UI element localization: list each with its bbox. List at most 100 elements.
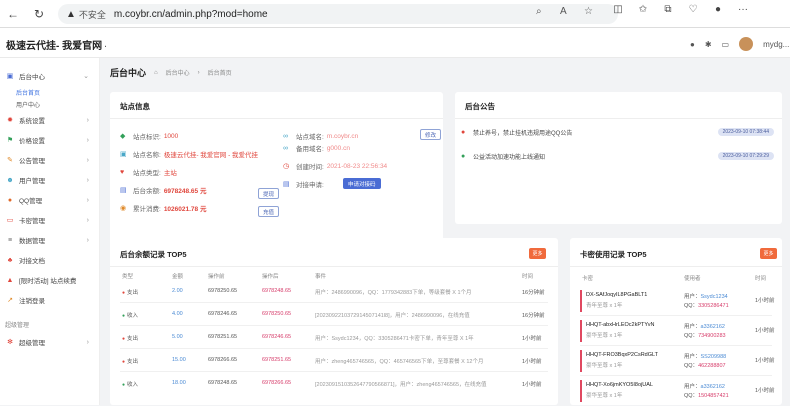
profile-icon[interactable]: ● xyxy=(710,4,726,15)
window-icon[interactable]: ▭ xyxy=(722,40,730,49)
more-button[interactable]: 更多 xyxy=(760,248,777,259)
clock-icon: ◷ xyxy=(283,163,290,170)
field-label: 站点标识: xyxy=(133,134,161,141)
apply-code-button[interactable]: 申请对接码 xyxy=(343,178,381,189)
field-label: 创建时间: xyxy=(296,164,324,171)
favorite-icon[interactable]: ☆ xyxy=(584,6,593,17)
notice-text[interactable]: 禁止养号，禁止挂机违规用途QQ公告 xyxy=(473,128,572,137)
row-before: 6978251.65 xyxy=(208,334,238,340)
qq-prefix: QQ： xyxy=(684,363,699,369)
card-user: Ssydc1234 xyxy=(700,294,728,300)
sidebar-item-label: 数据管理 xyxy=(19,238,45,245)
card-qq: 1504857421 xyxy=(698,393,729,399)
sidebar-item-qq[interactable]: ● QQ管理 › xyxy=(0,190,99,210)
card-time: 1小时前 xyxy=(755,388,775,394)
user-name[interactable]: mydg... xyxy=(763,40,789,49)
sidebar-item-super-admin[interactable]: ✻ 超级管理 › xyxy=(0,332,99,352)
chevron-right-icon: › xyxy=(86,216,89,224)
site-brand[interactable]: 极速云代挂- 我爱官网 - 我 xyxy=(6,37,106,52)
card-title: 站点信息 xyxy=(120,102,150,111)
withdraw-button[interactable]: 提现 xyxy=(258,188,280,199)
column-header: 使用者 xyxy=(684,276,701,282)
split-screen-icon[interactable]: ◫ xyxy=(610,4,626,15)
bell-icon[interactable]: ● xyxy=(690,40,695,49)
row-time: 1小时前 xyxy=(522,336,542,342)
modify-button[interactable]: 修改 xyxy=(420,129,442,140)
url-text[interactable]: m.coybr.cn/admin.php?mod=home xyxy=(114,9,268,20)
row-time: 1小时前 xyxy=(522,359,542,365)
sidebar-item-notice[interactable]: ✎ 公告管理 › xyxy=(0,150,99,170)
table-row: 收入 18.00 6978248.65 6978266.65 [20230915… xyxy=(120,372,548,395)
row-type: 支出 xyxy=(122,334,138,342)
sidebar-subitem-user-center[interactable]: 用户中心 xyxy=(0,98,99,110)
sidebar-item-label: 超级管理 xyxy=(19,340,45,347)
not-secure-label[interactable]: 不安全 xyxy=(79,8,106,21)
zoom-icon[interactable]: ⌕ xyxy=(536,6,542,17)
card-row: HHQT-Xo6jmKYO5I8ojUAL 豪华至尊 x 1年 用户：a3362… xyxy=(580,376,775,406)
sidebar-subitem-home[interactable]: 后台首页 xyxy=(0,86,99,98)
card-time: 1小时前 xyxy=(755,358,775,364)
card-code: HHQT-abxHrLEOc2kPTYvN xyxy=(586,322,655,328)
chevron-right-icon: › xyxy=(86,236,89,244)
column-header: 卡密 xyxy=(582,276,594,282)
users-icon: ☻ xyxy=(6,176,14,184)
address-bar[interactable]: ▲ 不安全 m.coybr.cn/admin.php?mod=home ⌕ A … xyxy=(58,4,618,24)
notice-text[interactable]: 公益活动加速功能上线通知 xyxy=(473,152,545,161)
favorites-icon[interactable]: ✩ xyxy=(635,4,651,15)
table-row: 收入 4.00 6978246.65 6978250.65 [202309221… xyxy=(120,303,548,326)
divider xyxy=(455,118,782,119)
wallet-icon: ▤ xyxy=(120,187,127,194)
notice-item[interactable]: ● 公益活动加速功能上线通知 2023-09-10 07:29:29 xyxy=(461,150,774,162)
sidebar-item-logout[interactable]: ↗ 注销登录 xyxy=(0,290,99,310)
sidebar-item-label: QQ管理 xyxy=(19,198,43,205)
chevron-right-icon: › xyxy=(86,338,89,346)
table-row: 支出 15.00 6978266.65 6978251.65 用户：zheng4… xyxy=(120,349,548,372)
heart-icon[interactable]: ♡ xyxy=(685,4,701,15)
sidebar-item-system[interactable]: ✹ 系统设置 › xyxy=(0,110,99,130)
qq-prefix: QQ： xyxy=(684,303,699,309)
divider xyxy=(110,118,443,119)
row-before: 6978246.65 xyxy=(208,311,238,317)
theme-icon[interactable]: ✱ xyxy=(705,40,712,49)
menu-icon[interactable]: ··· xyxy=(735,4,751,15)
breadcrumb-item: 后台首页 xyxy=(207,71,232,77)
card-user: SS209988 xyxy=(700,354,727,360)
chevron-right-icon: › xyxy=(86,136,89,144)
breadcrumb-item[interactable]: 后台中心 xyxy=(166,68,190,77)
avatar[interactable] xyxy=(739,37,754,51)
sidebar-item-price[interactable]: ⚑ 价格设置 › xyxy=(0,130,99,150)
browser-tools: ◫ ✩ ⧉ ♡ ● ··· xyxy=(610,4,751,15)
sidebar-item-users[interactable]: ☻ 用户管理 › xyxy=(0,170,99,190)
reload-icon[interactable]: ↻ xyxy=(30,5,48,23)
recharge-button[interactable]: 充值 xyxy=(258,206,280,217)
read-aloud-icon[interactable]: A xyxy=(560,6,567,17)
back-icon[interactable]: ← xyxy=(4,5,22,23)
row-before: 6978250.65 xyxy=(208,288,238,294)
home-icon[interactable]: ⌂ xyxy=(154,70,158,76)
row-after: 6978251.65 xyxy=(262,357,292,363)
card-code: HHQT-FRO3BqxP2CsRdGLT xyxy=(586,352,659,358)
row-event: [2023091510352647790566871]，用户：zheng4657… xyxy=(315,382,487,388)
collections-icon[interactable]: ⧉ xyxy=(660,4,676,15)
card-qq: 3305286471 xyxy=(698,303,729,309)
sidebar-item-docs[interactable]: ♣ 对接文档 xyxy=(0,250,99,270)
sidebar-item-label: 卡密管理 xyxy=(19,218,45,225)
page-title: 后台中心 xyxy=(110,68,147,78)
card-row: DX-SAfJoqyIL8PGaBLT1 青年至尊 x 1年 用户：Ssydc1… xyxy=(580,286,775,316)
sidebar-item-renew[interactable]: ▲ [限时活动] 站点续费 xyxy=(0,270,99,290)
sidebar-item-label: 公告管理 xyxy=(19,158,45,165)
more-button[interactable]: 更多 xyxy=(529,248,546,259)
row-amount: 4.00 xyxy=(172,311,183,317)
card-title: 后台公告 xyxy=(465,102,495,111)
user-prefix: 用户： xyxy=(684,384,701,390)
sidebar-item-data[interactable]: ≡ 数据管理 › xyxy=(0,230,99,250)
warning-icon[interactable]: ▲ xyxy=(66,9,76,20)
card-code: HHQT-Xo6jmKYO5I8ojUAL xyxy=(586,382,653,388)
sidebar-item-dashboard[interactable]: ▣ 后台中心 ⌄ xyxy=(0,66,99,86)
notice-item[interactable]: ● 禁止养号，禁止挂机违规用途QQ公告 2023-09-10 07:38:44 xyxy=(461,126,774,138)
sidebar-item-cards[interactable]: ▭ 卡密管理 › xyxy=(0,210,99,230)
qq-icon: ● xyxy=(7,196,13,204)
chevron-right-icon: › xyxy=(86,116,89,124)
field-label: 站点域名: xyxy=(296,134,324,141)
card-row: HHQT-FRO3BqxP2CsRdGLT 豪华至尊 x 1年 用户：SS209… xyxy=(580,346,775,376)
